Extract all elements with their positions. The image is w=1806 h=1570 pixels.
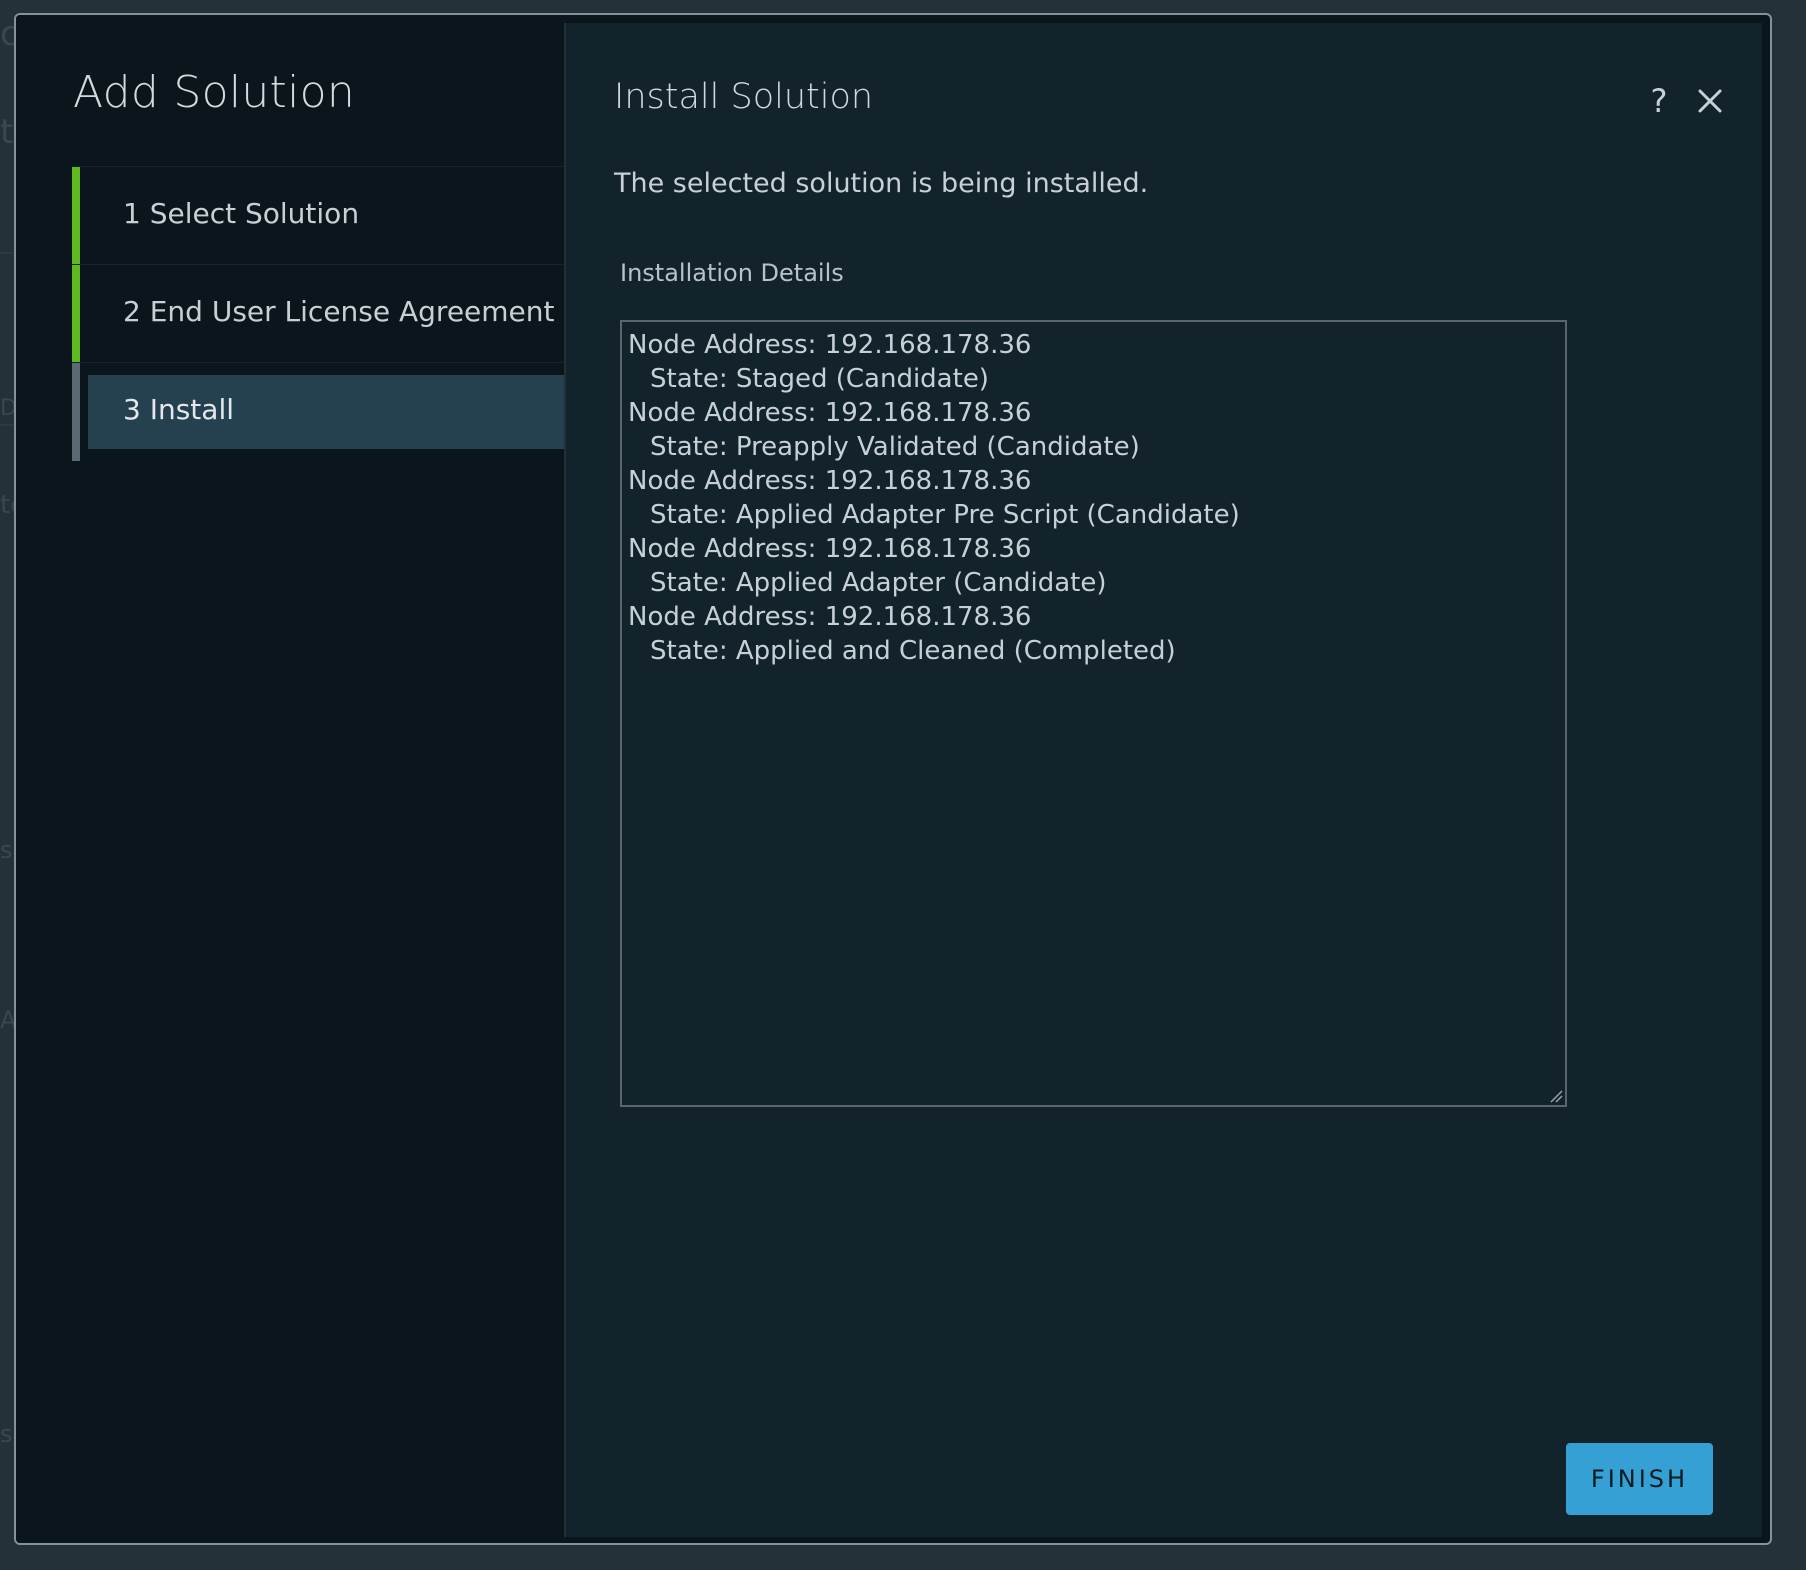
wizard-content-panel: Install Solution ? The selected solution… [564,23,1762,1537]
details-line-state: State: Preapply Validated (Candidate) [650,432,1140,462]
install-description: The selected solution is being installed… [614,168,1149,199]
step-label: 3 Install [123,393,235,426]
step-label: 1 Select Solution [123,197,360,230]
page-title: Install Solution [614,77,874,117]
details-line-node-address: Node Address: 192.168.178.36 [628,534,1032,564]
step-progress-bar [72,363,80,461]
details-line-node-address: Node Address: 192.168.178.36 [628,466,1032,496]
wizard-step-select-solution[interactable]: 1 Select Solution [72,166,564,265]
installation-details-textarea[interactable]: Node Address: 192.168.178.36 State: Stag… [620,320,1567,1107]
wizard-steps: 1 Select Solution 2 End User License Agr… [72,166,564,461]
dialog-title: Add Solution [73,67,356,118]
wizard-step-install[interactable]: 3 Install [72,362,564,461]
wizard-sidebar: Add Solution 1 Select Solution 2 End Use… [16,15,564,1543]
details-line-node-address: Node Address: 192.168.178.36 [628,330,1032,360]
details-line-node-address: Node Address: 192.168.178.36 [628,602,1032,632]
wizard-step-eula[interactable]: 2 End User License Agreement [72,264,564,363]
close-icon[interactable] [1692,83,1728,119]
details-line-state: State: Applied and Cleaned (Completed) [650,636,1176,666]
details-line-node-address: Node Address: 192.168.178.36 [628,398,1032,428]
step-progress-bar [72,265,80,363]
details-line-state: State: Staged (Candidate) [650,364,989,394]
details-line-state: State: Applied Adapter Pre Script (Candi… [650,500,1240,530]
help-icon[interactable]: ? [1642,81,1676,121]
step-progress-bar [72,167,80,265]
step-label: 2 End User License Agreement [123,295,555,328]
resize-handle-icon[interactable] [1549,1089,1563,1103]
add-solution-dialog: Add Solution 1 Select Solution 2 End Use… [14,13,1772,1545]
finish-button[interactable]: FINISH [1566,1443,1713,1515]
background-fragment: t [0,112,14,152]
details-line-state: State: Applied Adapter (Candidate) [650,568,1107,598]
installation-details-label: Installation Details [620,259,844,287]
